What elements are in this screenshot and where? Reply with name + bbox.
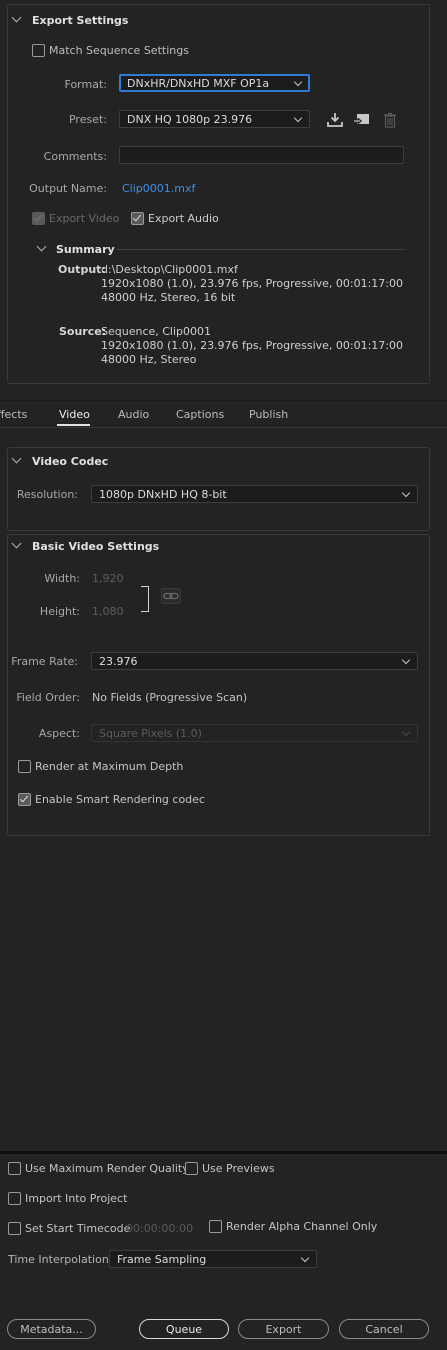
summary-source-text: Sequence, Clip0001 1920x1080 (1.0), 23.9… — [101, 325, 403, 367]
summary-source-line: 48000 Hz, Stereo — [101, 353, 197, 366]
summary-source-line: Sequence, Clip0001 — [101, 325, 212, 338]
export-settings-title: Export Settings — [32, 14, 129, 27]
preset-value: DNX HQ 1080p 23.976 — [127, 113, 253, 126]
set-start-timecode-label: Set Start Timecode — [25, 1222, 131, 1235]
summary-source-label: Source: — [59, 325, 107, 338]
chevron-down-icon — [293, 77, 303, 87]
preset-label: Preset: — [68, 113, 107, 126]
chevron-down-icon — [293, 113, 303, 123]
resolution-dropdown[interactable]: 1080p DNxHD HQ 8-bit — [91, 485, 418, 503]
field-order-label: Field Order: — [16, 691, 80, 704]
tab-bar-bottom-divider — [0, 427, 447, 428]
set-start-timecode-checkbox[interactable] — [8, 1222, 21, 1235]
format-label: Format: — [64, 78, 107, 91]
bottom-section-divider — [0, 1151, 447, 1154]
smart-rendering-label: Enable Smart Rendering codec — [35, 793, 205, 806]
time-interpolation-value: Frame Sampling — [117, 1253, 207, 1266]
max-render-quality-checkbox[interactable] — [8, 1162, 21, 1175]
summary-output-text: d:\Desktop\Clip0001.mxf 1920x1080 (1.0),… — [101, 263, 403, 305]
comments-label: Comments: — [43, 150, 107, 163]
export-video-label: Export Video — [49, 212, 120, 225]
summary-source-line: 1920x1080 (1.0), 23.976 fps, Progressive… — [101, 339, 404, 352]
export-button[interactable]: Export — [238, 1319, 329, 1339]
summary-title: Summary — [56, 243, 115, 256]
height-value[interactable]: 1,080 — [92, 605, 124, 618]
use-previews-checkbox[interactable] — [185, 1162, 198, 1175]
frame-rate-label: Frame Rate: — [11, 655, 78, 668]
smart-rendering-checkbox[interactable] — [18, 793, 31, 806]
match-sequence-label: Match Sequence Settings — [49, 44, 189, 57]
metadata-button[interactable]: Metadata... — [7, 1319, 96, 1339]
render-max-depth-checkbox[interactable] — [18, 760, 31, 773]
tab-bar-top-divider — [0, 400, 447, 401]
export-video-checkbox[interactable] — [32, 212, 45, 225]
output-name-label: Output Name: — [29, 182, 107, 195]
render-alpha-label: Render Alpha Channel Only — [226, 1220, 378, 1233]
summary-output-line: d:\Desktop\Clip0001.mxf — [101, 263, 238, 276]
queue-button[interactable]: Queue — [139, 1319, 229, 1339]
chevron-down-icon — [401, 727, 411, 737]
height-label: Height: — [39, 605, 80, 618]
field-order-value: No Fields (Progressive Scan) — [92, 691, 248, 704]
comments-field[interactable] — [119, 146, 404, 164]
tab-publish[interactable]: Publish — [249, 408, 288, 421]
tab-captions[interactable]: Captions — [176, 408, 224, 421]
time-interpolation-label: Time Interpolation: — [8, 1253, 113, 1266]
resolution-label: Resolution: — [16, 488, 78, 501]
export-audio-checkbox[interactable] — [131, 212, 144, 225]
render-alpha-checkbox[interactable] — [209, 1220, 222, 1233]
cancel-button[interactable]: Cancel — [339, 1319, 429, 1339]
frame-rate-value: 23.976 — [99, 655, 138, 668]
video-codec-title: Video Codec — [32, 455, 109, 468]
tab-audio[interactable]: Audio — [118, 408, 149, 421]
tab-effects[interactable]: Effects — [0, 408, 27, 421]
delete-preset-icon[interactable] — [383, 112, 397, 128]
tab-video-active-underline — [57, 424, 90, 426]
aspect-value: Square Pixels (1.0) — [99, 727, 202, 740]
match-sequence-checkbox[interactable] — [32, 44, 45, 57]
width-value[interactable]: 1,920 — [92, 572, 124, 585]
aspect-dropdown[interactable]: Square Pixels (1.0) — [91, 724, 418, 742]
format-dropdown[interactable]: DNxHR/DNxHD MXF OP1a — [119, 74, 310, 92]
use-previews-label: Use Previews — [202, 1162, 275, 1175]
tab-video[interactable]: Video — [59, 408, 90, 421]
import-into-project-label: Import Into Project — [25, 1192, 128, 1205]
format-value: DNxHR/DNxHD MXF OP1a — [127, 77, 270, 90]
chain-link-icon[interactable] — [161, 588, 181, 604]
summary-output-line: 1920x1080 (1.0), 23.976 fps, Progressive… — [101, 277, 404, 290]
summary-output-line: 48000 Hz, Stereo, 16 bit — [101, 291, 236, 304]
width-label: Width: — [44, 572, 80, 585]
start-timecode-value[interactable]: 00:00:00:00 — [126, 1222, 193, 1235]
time-interpolation-dropdown[interactable]: Frame Sampling — [109, 1250, 317, 1268]
dimension-link-bracket — [141, 586, 149, 612]
chevron-down-icon — [401, 655, 411, 665]
save-preset-icon[interactable] — [326, 112, 344, 128]
chevron-down-icon — [300, 1253, 310, 1263]
summary-output-label: Output: — [58, 263, 106, 276]
aspect-label: Aspect: — [38, 727, 80, 740]
frame-rate-dropdown[interactable]: 23.976 — [91, 652, 418, 670]
resolution-value: 1080p DNxHD HQ 8-bit — [99, 488, 227, 501]
render-max-depth-label: Render at Maximum Depth — [35, 760, 184, 773]
import-preset-icon[interactable] — [353, 112, 371, 128]
output-name-link[interactable]: Clip0001.mxf — [122, 182, 195, 195]
max-render-quality-label: Use Maximum Render Quality — [25, 1162, 189, 1175]
chevron-down-icon — [401, 488, 411, 498]
summary-divider — [116, 249, 405, 250]
import-into-project-checkbox[interactable] — [8, 1192, 21, 1205]
export-audio-label: Export Audio — [148, 212, 219, 225]
preset-dropdown[interactable]: DNX HQ 1080p 23.976 — [119, 110, 310, 128]
basic-video-title: Basic Video Settings — [32, 540, 160, 553]
